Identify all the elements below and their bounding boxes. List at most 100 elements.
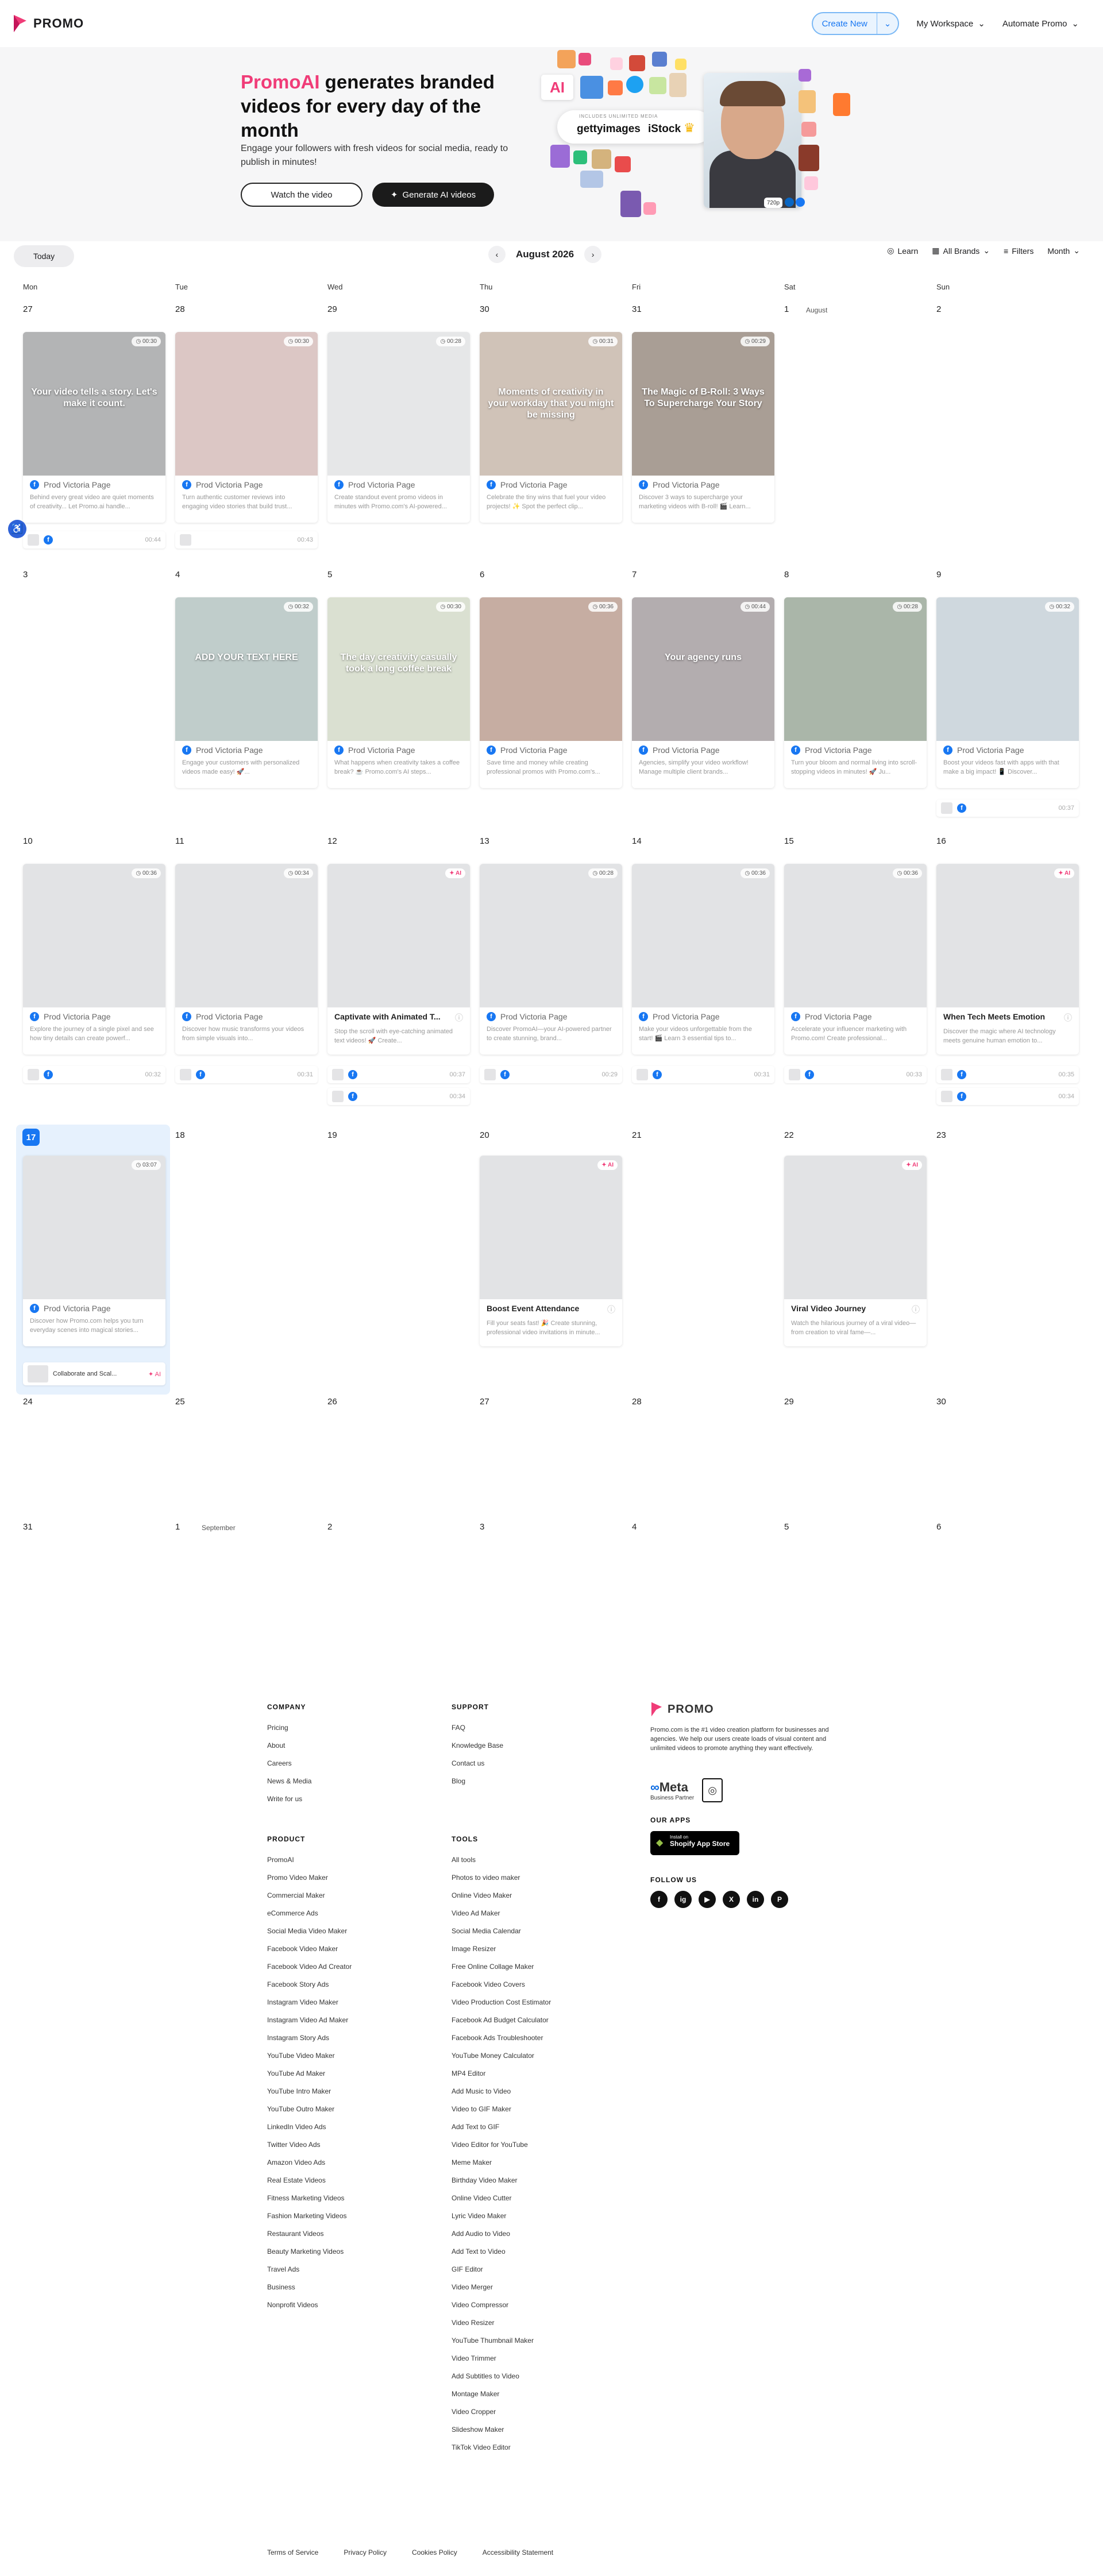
day-number[interactable]: 28 [175,304,185,314]
footer-link[interactable]: YouTube Thumbnail Maker [452,2332,551,2350]
day-number[interactable]: 23 [936,1130,946,1140]
footer-link[interactable]: Video Compressor [452,2296,551,2314]
info-icon[interactable]: ⓘ [1064,1012,1072,1024]
footer-link[interactable]: LinkedIn Video Ads [267,2118,352,2136]
post-card[interactable]: ◷ 00:36 f Prod Victoria Page Explore the jo… [23,864,165,1055]
day-number[interactable]: 10 [23,836,33,846]
post-thumbnail[interactable]: ◷ 03:07 [23,1156,165,1299]
day-number[interactable]: 31 [632,304,642,314]
workspace-dropdown[interactable]: My Workspace ⌄ [916,18,985,29]
post-card[interactable]: ✦ AI Captivate with Animated T... ⓘ Stop th… [327,864,470,1055]
footer-link[interactable]: MP4 Editor [452,2065,551,2083]
footer-link[interactable]: Image Resizer [452,1940,551,1958]
day-number[interactable]: 4 [632,1522,637,1532]
post-card[interactable]: ◷ 00:30 f Prod Victoria Page Turn authentic… [175,332,318,523]
post-card[interactable]: ◷ 00:28 f Prod Victoria Page Create standou… [327,332,470,523]
brands-dropdown[interactable]: ▦ All Brands ⌄ [932,246,990,256]
day-number[interactable]: 7 [632,570,637,580]
footer-link[interactable]: Knowledge Base [452,1737,503,1755]
post-thumbnail[interactable]: ✦ AI [936,864,1079,1007]
post-card[interactable]: ◷ 00:32 f Prod Victoria Page Boost your vid… [936,597,1079,788]
post-card[interactable]: The Magic of B-Roll: 3 Ways To Superchar… [632,332,774,523]
post-card[interactable]: ◷ 00:28 f Prod Victoria Page Turn your bloo… [784,597,927,788]
post-card[interactable]: Moments of creativity in your workday th… [480,332,622,523]
day-number[interactable]: 27 [23,304,33,314]
post-card[interactable]: ◷ 03:07 f Prod Victoria Page Discover how P… [23,1156,165,1346]
post-thumbnail[interactable]: ◷ 00:28 [784,597,927,741]
footer-link[interactable]: YouTube Video Maker [267,2047,352,2065]
footer-link[interactable]: Twitter Video Ads [267,2136,352,2154]
footer-link[interactable]: Social Media Video Maker [267,1922,352,1940]
post-thumbnail[interactable]: The Magic of B-Roll: 3 Ways To Superchar… [632,332,774,476]
footer-link[interactable]: Online Video Maker [452,1887,551,1905]
post-card[interactable]: ◷ 00:36 f Prod Victoria Page Save time and … [480,597,622,788]
post-thumbnail[interactable]: ◷ 00:34 [175,864,318,1007]
post-thumbnail[interactable]: ◷ 00:36 [23,864,165,1007]
day-number[interactable]: 28 [632,1397,642,1407]
footer-link[interactable]: Meme Maker [452,2154,551,2172]
footer-link[interactable]: Pricing [267,1719,311,1737]
footer-link[interactable]: Blog [452,1772,503,1790]
footer-link[interactable]: Contact us [452,1755,503,1772]
create-new-button[interactable]: Create New ⌄ [811,12,900,35]
footer-link[interactable]: Careers [267,1755,311,1772]
legal-link[interactable]: Privacy Policy [344,2548,387,2556]
scheduled-post-row[interactable]: f 00:37 [936,800,1079,817]
footer-link[interactable]: Facebook Ads Troubleshooter [452,2029,551,2047]
day-number[interactable]: 27 [480,1397,489,1407]
promo-logo[interactable]: PROMO [13,14,84,33]
scheduled-post-row[interactable]: f 00:32 [23,1066,165,1083]
legal-link[interactable]: Terms of Service [267,2548,318,2556]
day-number[interactable]: 8 [784,570,789,580]
today-button[interactable]: Today [14,245,74,267]
post-card[interactable]: ◷ 00:36 f Prod Victoria Page Accelerate you… [784,864,927,1055]
day-number[interactable]: 24 [23,1397,33,1407]
scheduled-post-row[interactable]: f 00:35 [936,1066,1079,1083]
day-number[interactable]: 15 [784,836,794,846]
footer-link[interactable]: Fitness Marketing Videos [267,2189,352,2207]
footer-link[interactable]: YouTube Ad Maker [267,2065,352,2083]
day-number[interactable]: 12 [327,836,337,846]
view-dropdown[interactable]: Month ⌄ [1047,246,1080,256]
footer-link[interactable]: YouTube Intro Maker [267,2083,352,2100]
day-number[interactable]: 18 [175,1130,185,1140]
footer-link[interactable]: Free Online Collage Maker [452,1958,551,1976]
footer-link[interactable]: Business [267,2278,352,2296]
post-card[interactable]: ◷ 00:28 f Prod Victoria Page Discover Promo… [480,864,622,1055]
day-number[interactable]: 29 [327,304,337,314]
chevron-left-icon[interactable]: ‹ [488,246,506,263]
post-thumbnail[interactable]: ✦ AI [480,1156,622,1299]
scheduled-post-row[interactable]: f 00:31 [632,1066,774,1083]
footer-link[interactable]: Social Media Calendar [452,1922,551,1940]
shopify-app-store-button[interactable]: ◆ Install on Shopify App Store [650,1831,739,1855]
footer-link[interactable]: Facebook Story Ads [267,1976,352,1994]
footer-link[interactable]: Lyric Video Maker [452,2207,551,2225]
day-number[interactable]: 31 [23,1522,33,1532]
scheduled-post-row[interactable]: f 00:33 [784,1066,927,1083]
footer-link[interactable]: About [267,1737,311,1755]
footer-link[interactable]: Add Music to Video [452,2083,551,2100]
day-number[interactable]: 9 [936,570,941,580]
day-number[interactable]: 13 [480,836,489,846]
footer-link[interactable]: Write for us [267,1790,311,1808]
footer-link[interactable]: Slideshow Maker [452,2421,551,2439]
watch-video-button[interactable]: Watch the video [241,183,362,207]
linkedin-icon[interactable]: in [747,1891,764,1908]
day-number[interactable]: 21 [632,1130,642,1140]
footer-link[interactable]: Add Text to Video [452,2243,551,2261]
post-thumbnail[interactable]: ◷ 00:28 [327,332,470,476]
post-thumbnail[interactable]: ADD YOUR TEXT HERE ◷ 00:32 [175,597,318,741]
automate-dropdown[interactable]: Automate Promo ⌄ [1002,18,1079,29]
footer-link[interactable]: Travel Ads [267,2261,352,2278]
scheduled-post-row[interactable]: f 00:44 [23,531,165,549]
scheduled-post-row[interactable]: f 00:34 [936,1088,1079,1105]
footer-link[interactable]: Video Production Cost Estimator [452,1994,551,2011]
post-card[interactable]: Your agency runs ◷ 00:44 f Prod Victoria Pa… [632,597,774,788]
post-thumbnail[interactable]: ◷ 00:28 [480,864,622,1007]
footer-link[interactable]: News & Media [267,1772,311,1790]
footer-logo[interactable]: PROMO [650,1701,840,1717]
day-number[interactable]: 16 [936,836,946,846]
post-card[interactable]: The day creativity casually took a long … [327,597,470,788]
footer-link[interactable]: eCommerce Ads [267,1905,352,1922]
day-number[interactable]: 14 [632,836,642,846]
